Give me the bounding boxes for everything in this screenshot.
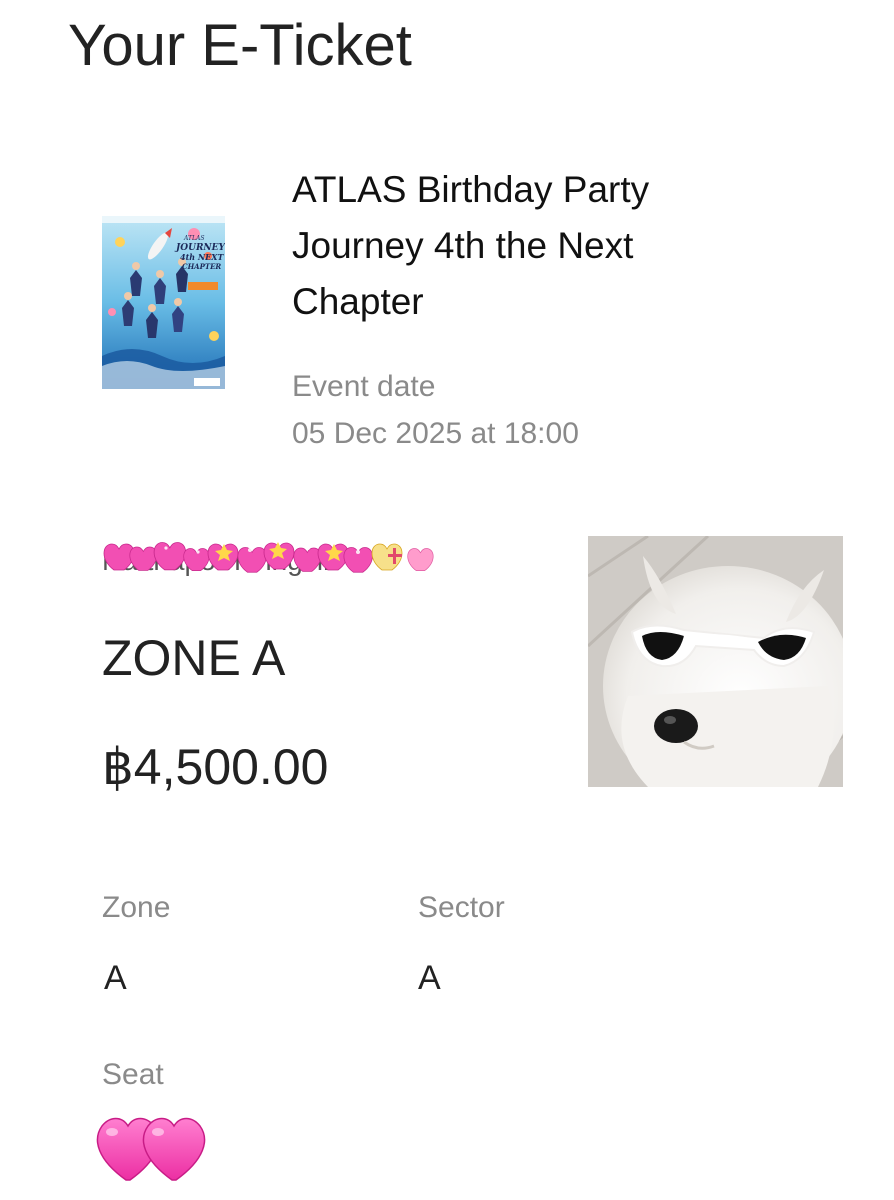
event-date-value: 05 Dec 2025 at 18:00 [292,417,579,450]
sector-value: A [418,959,441,997]
event-poster-image: ATLAS JOURNEY 4th NEXT CHAPTER [102,216,225,389]
ticket-holder-name: Natthaporn Yingsiri [102,538,442,580]
seat-label: Seat [102,1058,164,1091]
sector-label: Sector [418,891,505,924]
poster-brand: ATLAS [183,235,204,242]
poster-title-line2: 4th NEXT [180,252,224,262]
zone-label: Zone [102,891,171,924]
page-title: Your E-Ticket [68,13,412,78]
event-date-label: Event date [292,370,436,403]
poster-title-line3: CHAPTER [182,262,221,271]
zone-value: A [104,959,127,997]
two-hearts-icon [96,1117,206,1181]
samoyed-sunglasses-photo [588,536,843,787]
pink-hearts-sticker-icon [103,542,434,573]
event-title: ATLAS Birthday Party Journey 4th the Nex… [292,169,650,322]
dog-photo-artwork [588,536,843,787]
zone-heading: ZONE A [102,630,286,686]
ticket-price: ฿4,500.00 [102,739,329,795]
poster-artwork: ATLAS JOURNEY 4th NEXT CHAPTER [102,216,225,389]
